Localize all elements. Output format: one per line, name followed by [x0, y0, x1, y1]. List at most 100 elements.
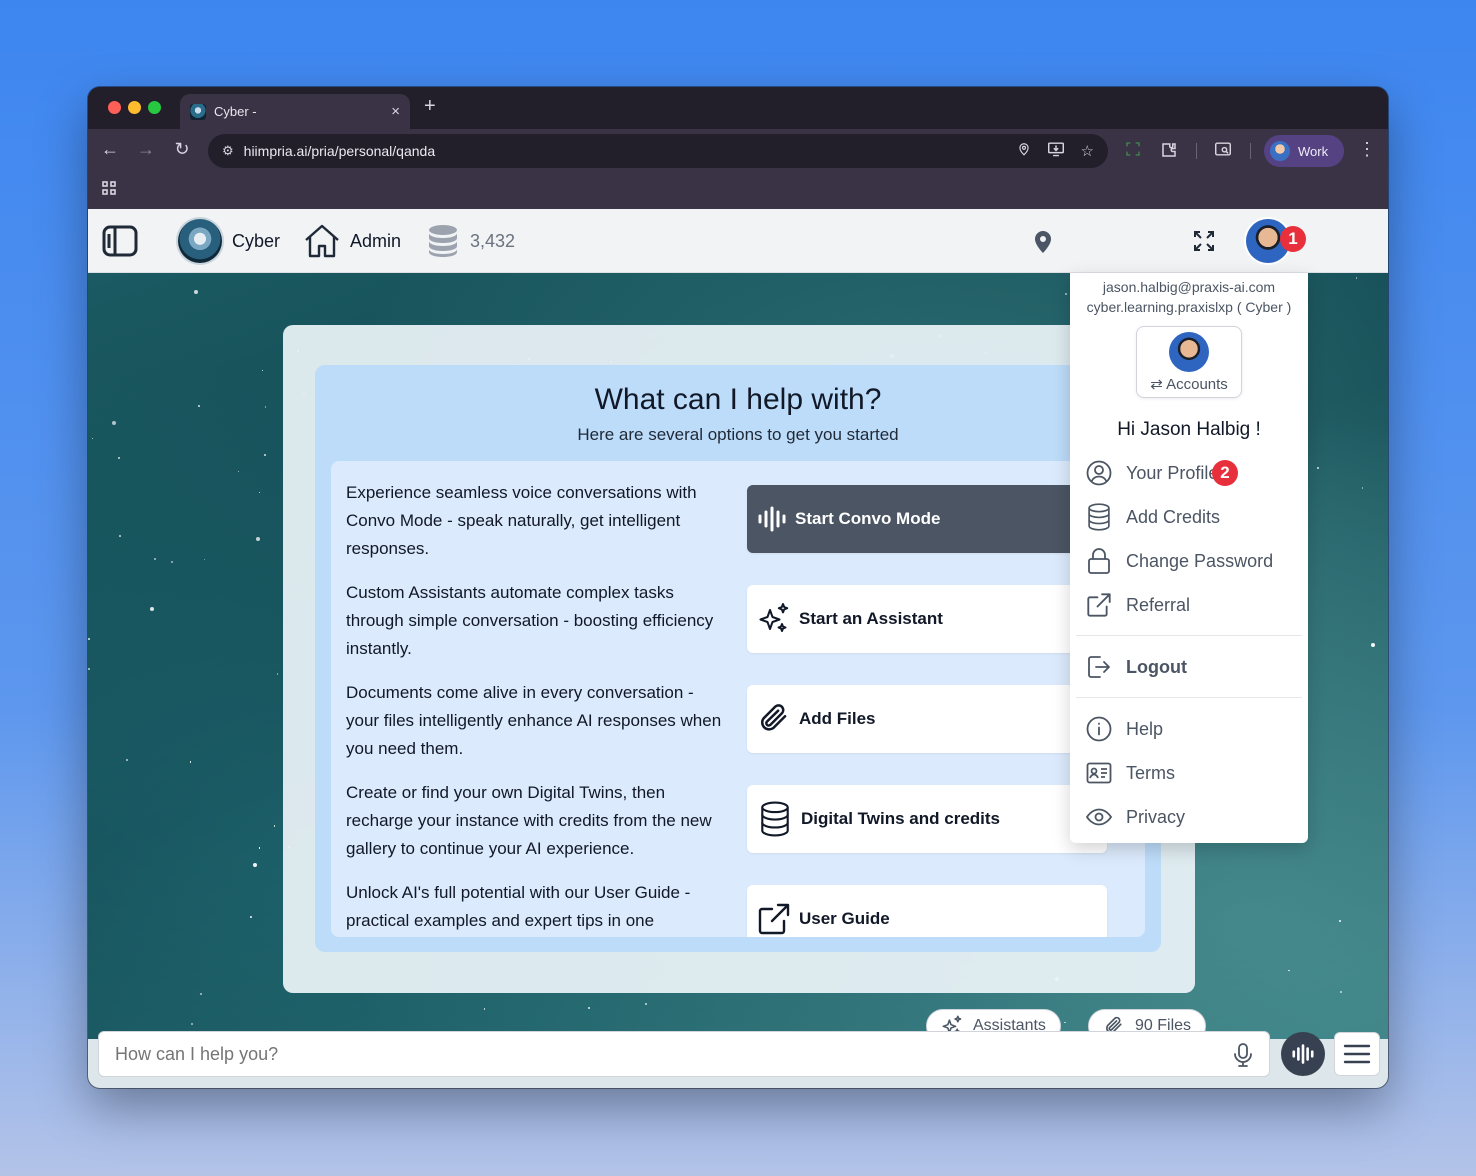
option-description-convo: Experience seamless voice conversations …	[346, 483, 697, 558]
chat-input[interactable]	[98, 1031, 1270, 1077]
star	[276, 673, 279, 675]
start-convo-mode-label: Start Convo Mode	[795, 509, 941, 528]
maximize-window-button[interactable]	[148, 101, 161, 114]
forward-icon[interactable]: →	[134, 139, 158, 160]
star	[88, 667, 91, 670]
digital-twins-label: Digital Twins and credits	[801, 809, 1000, 828]
main-card: What can I help with? Here are several o…	[283, 325, 1195, 993]
credits-count: 3,432	[470, 231, 516, 251]
star	[119, 535, 121, 537]
credits-icon	[428, 224, 458, 263]
star	[483, 1008, 486, 1010]
logout-icon	[1088, 656, 1110, 678]
menu-item-help[interactable]: Help	[1086, 713, 1296, 745]
menu-item-label: Your Profile	[1126, 462, 1219, 483]
digital-twins-button[interactable]: Digital Twins and credits	[747, 785, 1107, 853]
start-convo-mode-button[interactable]: Start Convo Mode	[747, 485, 1107, 553]
menu-item-privacy[interactable]: Privacy	[1086, 801, 1296, 833]
menu-item-change-password[interactable]: Change Password	[1086, 545, 1296, 577]
star	[588, 1006, 591, 1009]
database-icon	[1088, 503, 1110, 531]
star	[1064, 1021, 1066, 1024]
screenshot-icon[interactable]	[1124, 141, 1142, 161]
menu-item-referral[interactable]: Referral	[1086, 589, 1296, 621]
minimize-window-button[interactable]	[128, 101, 141, 114]
menu-item-terms[interactable]: Terms	[1086, 757, 1296, 789]
account-avatar	[1169, 332, 1209, 372]
tab-close-icon[interactable]: ×	[391, 103, 400, 120]
star	[252, 863, 257, 868]
location-icon[interactable]	[1017, 141, 1031, 161]
tab-strip: Cyber - × +	[88, 87, 1388, 129]
star	[91, 437, 94, 440]
app-name[interactable]: Cyber	[232, 231, 280, 252]
site-info-icon[interactable]: ⚙	[222, 143, 234, 159]
add-files-button[interactable]: Add Files	[747, 685, 1107, 753]
menu-item-logout[interactable]: Logout	[1086, 651, 1296, 683]
profile-chip[interactable]: Work	[1264, 135, 1344, 167]
menu-item-label: Referral	[1126, 594, 1191, 615]
info-icon	[1086, 716, 1112, 742]
apps-grid-icon[interactable]	[102, 181, 116, 200]
star	[111, 420, 116, 425]
star	[264, 454, 266, 456]
star	[154, 557, 157, 560]
web-page: Cyber Admin 3,432 1 What can I help with…	[88, 209, 1388, 1088]
home-icon[interactable]	[303, 223, 341, 264]
star	[203, 558, 206, 561]
new-tab-button[interactable]: +	[424, 95, 436, 118]
star	[118, 456, 121, 459]
menu-item-add-credits[interactable]: Add Credits	[1086, 501, 1296, 533]
bookmark-star-icon[interactable]: ☆	[1081, 142, 1094, 160]
browser-menu-icon[interactable]: ⋮	[1358, 139, 1376, 160]
install-app-icon[interactable]	[1047, 141, 1065, 161]
user-greeting: Hi Jason Halbig !	[1117, 419, 1261, 440]
location-pin-icon[interactable]	[1034, 231, 1052, 258]
back-icon[interactable]: ←	[98, 139, 122, 160]
menu-item-label: Change Password	[1126, 550, 1274, 571]
admin-link[interactable]: Admin	[350, 231, 401, 252]
favicon-icon	[190, 103, 206, 120]
user-guide-button[interactable]: User Guide	[747, 885, 1107, 937]
microphone-icon[interactable]	[1234, 1043, 1252, 1072]
star	[1370, 642, 1375, 647]
user-dropdown-menu: jason.halbig@praxis-ai.com cyber.learnin…	[1070, 273, 1308, 843]
hamburger-menu-button[interactable]	[1334, 1032, 1380, 1076]
user-guide-label: User Guide	[799, 909, 890, 928]
user-circle-icon	[1086, 460, 1112, 486]
waveform-icon	[1292, 1044, 1314, 1064]
voice-mode-button[interactable]	[1281, 1032, 1325, 1076]
sidebar-toggle-icon[interactable]	[102, 225, 138, 257]
browser-tab[interactable]: Cyber - ×	[180, 94, 410, 129]
tab-title: Cyber -	[214, 104, 257, 119]
star	[645, 1002, 648, 1005]
star	[199, 992, 202, 995]
browser-toolbar: ← → ↻ ⚙ hiimpria.ai/pria/personal/qanda …	[88, 129, 1388, 173]
options-list: Experience seamless voice conversations …	[331, 461, 1145, 937]
star	[1355, 277, 1358, 279]
user-email: jason.halbig@praxis-ai.com	[1102, 279, 1276, 295]
star	[1361, 487, 1364, 489]
accounts-switcher[interactable]: ⇄ Accounts	[1136, 326, 1242, 398]
user-menu-button[interactable]: 1	[1246, 219, 1306, 263]
tab-search-icon[interactable]	[1214, 141, 1232, 161]
extensions-icon[interactable]	[1160, 141, 1178, 163]
start-assistant-button[interactable]: Start an Assistant	[747, 585, 1107, 653]
star	[258, 491, 261, 494]
user-account: cyber.learning.praxislxp ( Cyber )	[1086, 299, 1292, 315]
reload-icon[interactable]: ↻	[170, 139, 194, 160]
fullscreen-icon[interactable]	[1194, 231, 1214, 256]
start-assistant-label: Start an Assistant	[799, 609, 943, 628]
menu-item-label: Help	[1126, 718, 1164, 739]
option-description-files: Documents come alive in every conversati…	[346, 683, 722, 758]
address-bar[interactable]: ⚙ hiimpria.ai/pria/personal/qanda ☆	[208, 134, 1108, 168]
url-text[interactable]: hiimpria.ai/pria/personal/qanda	[244, 143, 1001, 159]
menu-divider	[1076, 697, 1302, 698]
help-subtitle: Here are several options to get you star…	[577, 425, 899, 444]
app-header: Cyber Admin 3,432 1	[88, 209, 1388, 273]
close-window-button[interactable]	[108, 101, 121, 114]
assistant-avatar[interactable]	[178, 219, 222, 263]
waveform-icon	[758, 506, 786, 532]
hamburger-icon	[1343, 1044, 1371, 1064]
menu-item-your-profile[interactable]: Your Profile 2	[1086, 457, 1296, 489]
